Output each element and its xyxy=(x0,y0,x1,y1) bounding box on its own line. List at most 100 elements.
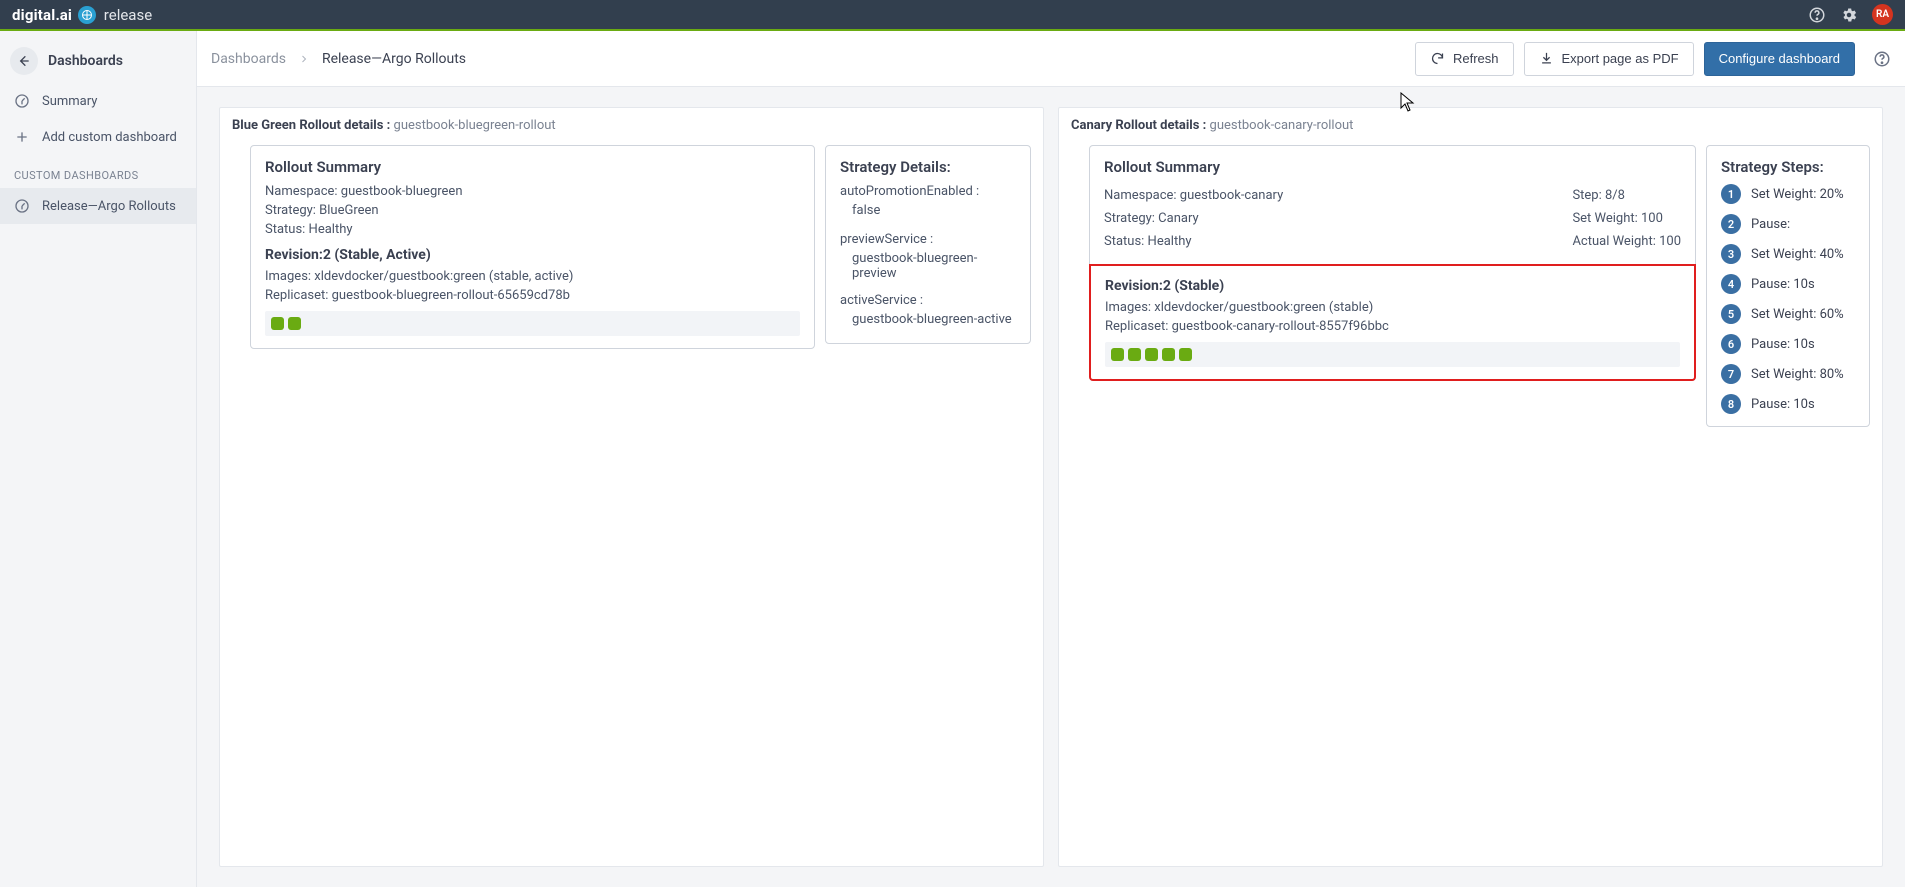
kv-step: Step: 8/8 xyxy=(1572,188,1681,203)
pods-bluegreen xyxy=(265,311,800,336)
step-number-badge: 2 xyxy=(1721,214,1741,234)
pod-icon xyxy=(271,317,284,330)
step-label: Set Weight: 20% xyxy=(1751,187,1844,202)
chevron-right-icon xyxy=(298,53,310,65)
plus-icon xyxy=(14,129,30,145)
step-label: Set Weight: 60% xyxy=(1751,307,1844,322)
step-label: Pause: xyxy=(1751,217,1790,232)
pod-icon xyxy=(1111,348,1124,361)
sidebar-section-label: CUSTOM DASHBOARDS xyxy=(0,155,196,188)
content: Dashboards Release—Argo Rollouts Refresh xyxy=(197,31,1905,887)
revision-title: Revision:2 (Stable, Active) xyxy=(265,247,800,263)
kv-active-label: activeService : xyxy=(840,293,1016,308)
step-number-badge: 1 xyxy=(1721,184,1741,204)
sidebar-item-summary[interactable]: Summary xyxy=(0,83,196,119)
download-icon xyxy=(1539,51,1554,66)
strategy-step: 4Pause: 10s xyxy=(1721,274,1855,294)
strategy-step: 6 Pause: 10s xyxy=(1721,334,1855,354)
kv-images: Images: xldevdocker/guestbook:green (sta… xyxy=(265,269,800,284)
content-header: Dashboards Release—Argo Rollouts Refresh xyxy=(197,31,1905,87)
refresh-icon xyxy=(1430,51,1445,66)
pods-canary xyxy=(1105,342,1680,367)
kv-images: Images: xldevdocker/guestbook:green (sta… xyxy=(1105,300,1680,315)
header-buttons: Refresh Export page as PDF Configure das… xyxy=(1415,42,1891,76)
header-actions: RA xyxy=(1808,4,1893,25)
panel-title-bluegreen: Blue Green Rollout details : guestbook-b… xyxy=(232,118,1031,133)
rollout-summary-title: Rollout Summary xyxy=(265,158,800,176)
step-label: Pause: 10s xyxy=(1751,337,1815,352)
step-label: Pause: 10s xyxy=(1751,397,1815,412)
step-number-badge: 7 xyxy=(1721,364,1741,384)
revision-title: Revision:2 (Stable) xyxy=(1105,278,1680,294)
export-pdf-button[interactable]: Export page as PDF xyxy=(1524,42,1694,76)
pod-icon xyxy=(288,317,301,330)
kv-autopromo-label: autoPromotionEnabled : xyxy=(840,184,1016,199)
export-label: Export page as PDF xyxy=(1562,51,1679,66)
kv-status: Status: Healthy xyxy=(265,222,800,237)
refresh-label: Refresh xyxy=(1453,51,1499,66)
card-canary-summary: Rollout Summary Namespace: guestbook-can… xyxy=(1089,145,1696,381)
sidebar-title: Dashboards xyxy=(48,53,123,69)
breadcrumb: Dashboards Release—Argo Rollouts xyxy=(211,51,466,67)
avatar[interactable]: RA xyxy=(1872,4,1893,25)
configure-label: Configure dashboard xyxy=(1719,51,1840,66)
card-strategy-steps: Strategy Steps: 1 Set Weight: 20% 2 Pause: 3… xyxy=(1706,145,1870,427)
configure-dashboard-button[interactable]: Configure dashboard xyxy=(1704,42,1855,76)
pod-icon xyxy=(1179,348,1192,361)
pod-icon xyxy=(1128,348,1141,361)
steps-list: 1 Set Weight: 20% 2 Pause: 3 Set Weight: 40% 4… xyxy=(1721,184,1855,414)
step-label: Pause: 10s xyxy=(1751,277,1815,292)
breadcrumb-root[interactable]: Dashboards xyxy=(211,51,286,67)
kv-replicaset: Replicaset: guestbook-bluegreen-rollout-… xyxy=(265,288,800,303)
step-number-badge: 3 xyxy=(1721,244,1741,264)
kv-status: Status: Healthy xyxy=(1104,234,1552,249)
kv-setweight: Set Weight: 100 xyxy=(1572,211,1681,226)
sidebar-item-label: Release—Argo Rollouts xyxy=(42,199,176,214)
step-number-badge: 8 xyxy=(1721,394,1741,414)
refresh-button[interactable]: Refresh xyxy=(1415,42,1514,76)
product-logo-icon xyxy=(78,6,96,24)
strategy-step: 2 Pause: xyxy=(1721,214,1855,234)
sidebar-item-custom-dashboard[interactable]: Release—Argo Rollouts xyxy=(0,188,196,224)
dashboard-icon xyxy=(14,93,30,109)
sidebar: Dashboards Summary Add custom dashboard … xyxy=(0,31,197,887)
strategy-details-title: Strategy Details: xyxy=(840,158,1016,176)
strategy-step: 3 Set Weight: 40% xyxy=(1721,244,1855,264)
kv-actualweight: Actual Weight: 100 xyxy=(1572,234,1681,249)
panel-bluegreen: Blue Green Rollout details : guestbook-b… xyxy=(219,107,1044,867)
strategy-step: 5 Set Weight: 60% xyxy=(1721,304,1855,324)
kv-active-value: guestbook-bluegreen-active xyxy=(840,312,1016,327)
gear-icon[interactable] xyxy=(1840,6,1858,24)
rollout-summary-title: Rollout Summary xyxy=(1104,158,1681,176)
breadcrumb-current: Release—Argo Rollouts xyxy=(322,51,466,67)
main-body: Blue Green Rollout details : guestbook-b… xyxy=(197,87,1905,887)
brand: digital.ai release xyxy=(12,6,152,24)
panel-canary: Canary Rollout details : guestbook-canar… xyxy=(1058,107,1883,867)
pod-icon xyxy=(1145,348,1158,361)
kv-autopromo-value: false xyxy=(840,203,1016,218)
back-button[interactable] xyxy=(10,47,38,75)
step-number-badge: 5 xyxy=(1721,304,1741,324)
help-icon[interactable] xyxy=(1808,6,1826,24)
panel-title-canary: Canary Rollout details : guestbook-canar… xyxy=(1071,118,1870,133)
dashboard-icon xyxy=(14,198,30,214)
sidebar-item-add-dashboard[interactable]: Add custom dashboard xyxy=(0,119,196,155)
kv-strategy: Strategy: Canary xyxy=(1104,211,1552,226)
card-bluegreen-summary: Rollout Summary Namespace: guestbook-blu… xyxy=(250,145,815,349)
strategy-steps-title: Strategy Steps: xyxy=(1721,158,1855,176)
app-header: digital.ai release RA xyxy=(0,0,1905,31)
kv-replicaset: Replicaset: guestbook-canary-rollout-855… xyxy=(1105,319,1680,334)
strategy-step: 7Set Weight: 80% xyxy=(1721,364,1855,384)
kv-namespace: Namespace: guestbook-canary xyxy=(1104,188,1552,203)
kv-preview-value: guestbook-bluegreen-preview xyxy=(840,251,1016,281)
brand-product: release xyxy=(104,6,152,24)
help-icon[interactable] xyxy=(1873,50,1891,68)
step-number-badge: 6 xyxy=(1721,334,1741,354)
card-strategy-details: Strategy Details: autoPromotionEnabled :… xyxy=(825,145,1031,344)
brand-digital: digital.ai xyxy=(12,6,72,24)
strategy-step: 8 Pause: 10s xyxy=(1721,394,1855,414)
step-label: Set Weight: 40% xyxy=(1751,247,1844,262)
sidebar-item-label: Summary xyxy=(42,94,97,109)
sidebar-item-label: Add custom dashboard xyxy=(42,130,177,145)
kv-namespace: Namespace: guestbook-bluegreen xyxy=(265,184,800,199)
